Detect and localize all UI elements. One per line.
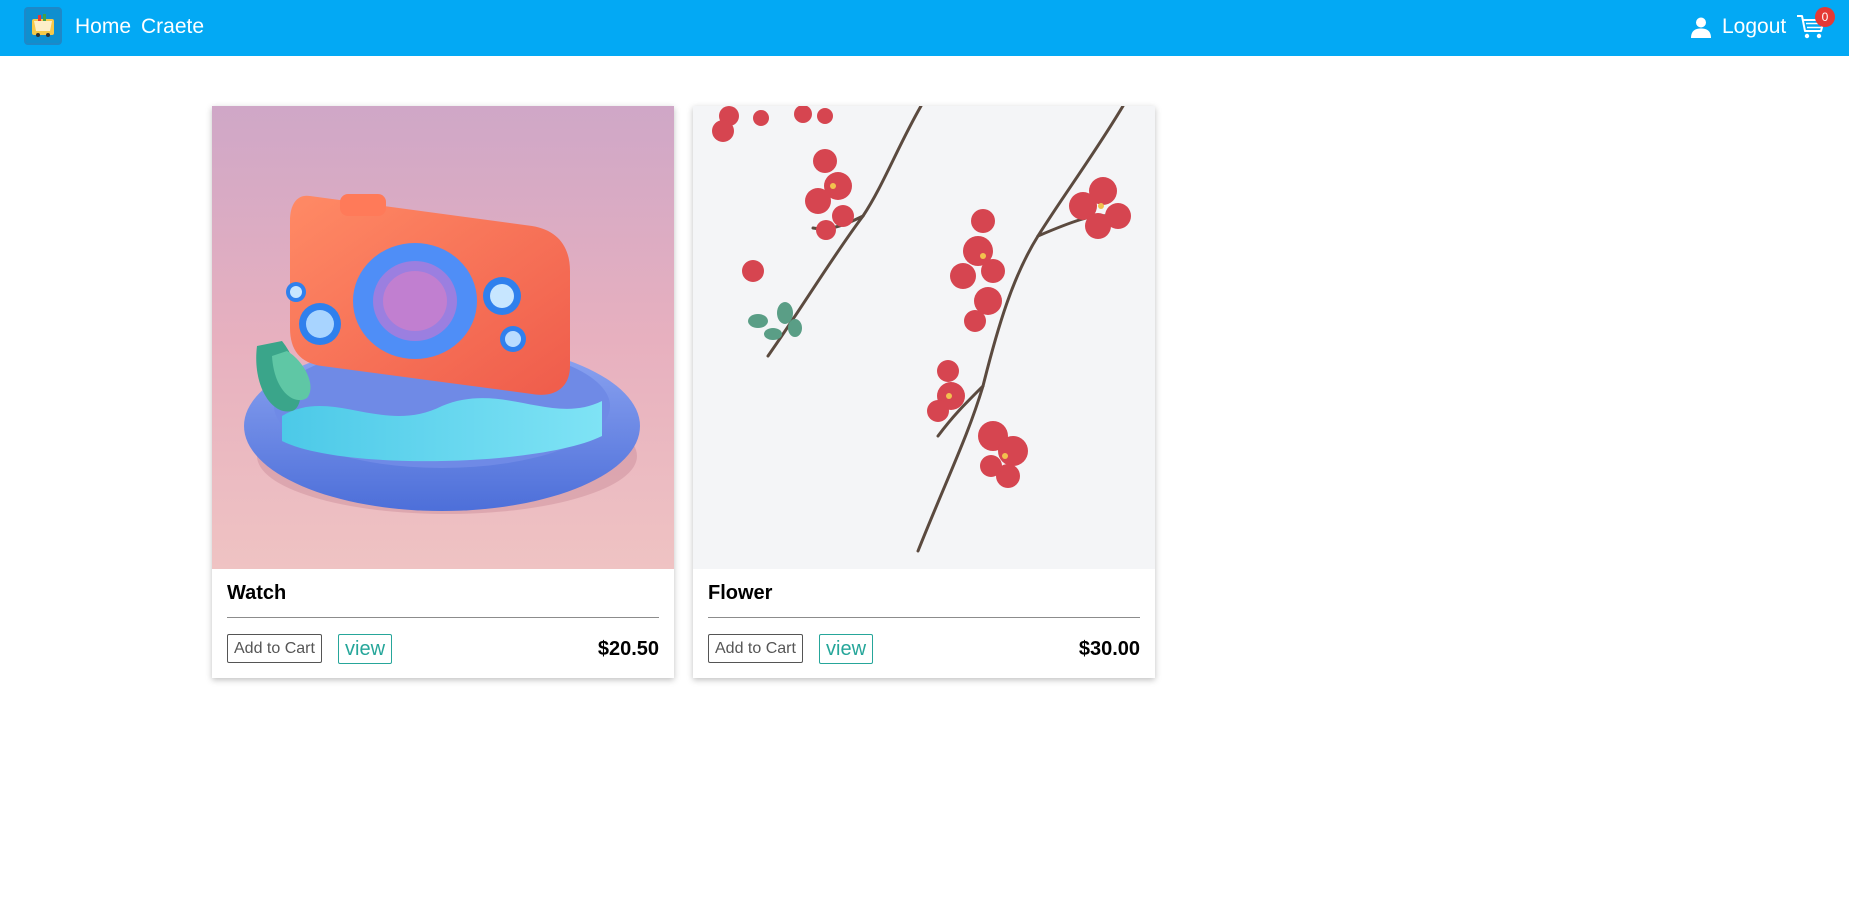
cart-count-badge: 0 [1815, 7, 1835, 27]
card-divider [708, 617, 1140, 618]
nav-create-link[interactable]: Craete [141, 14, 204, 40]
logout-link[interactable]: Logout [1722, 14, 1786, 40]
product-price: $30.00 [1078, 638, 1140, 660]
product-price: $20.50 [597, 638, 659, 660]
product-title: Flower [708, 582, 773, 604]
card-divider [227, 617, 659, 618]
product-card: Watch Add to Cart view $20.50 [212, 106, 674, 678]
view-button[interactable]: view [819, 634, 874, 664]
product-card: Flower Add to Cart view $30.00 [693, 106, 1155, 678]
user-icon [1690, 16, 1712, 38]
product-image-camera [212, 106, 674, 569]
add-to-cart-button[interactable]: Add to Cart [227, 634, 322, 663]
nav-home-link[interactable]: Home [75, 14, 131, 40]
view-button[interactable]: view [338, 634, 393, 664]
add-to-cart-button[interactable]: Add to Cart [708, 634, 803, 663]
shop-logo-icon[interactable] [24, 7, 62, 45]
top-navbar: Home Craete Logout 0 [0, 0, 1849, 56]
product-image-flower [693, 106, 1155, 569]
product-title: Watch [227, 582, 287, 604]
